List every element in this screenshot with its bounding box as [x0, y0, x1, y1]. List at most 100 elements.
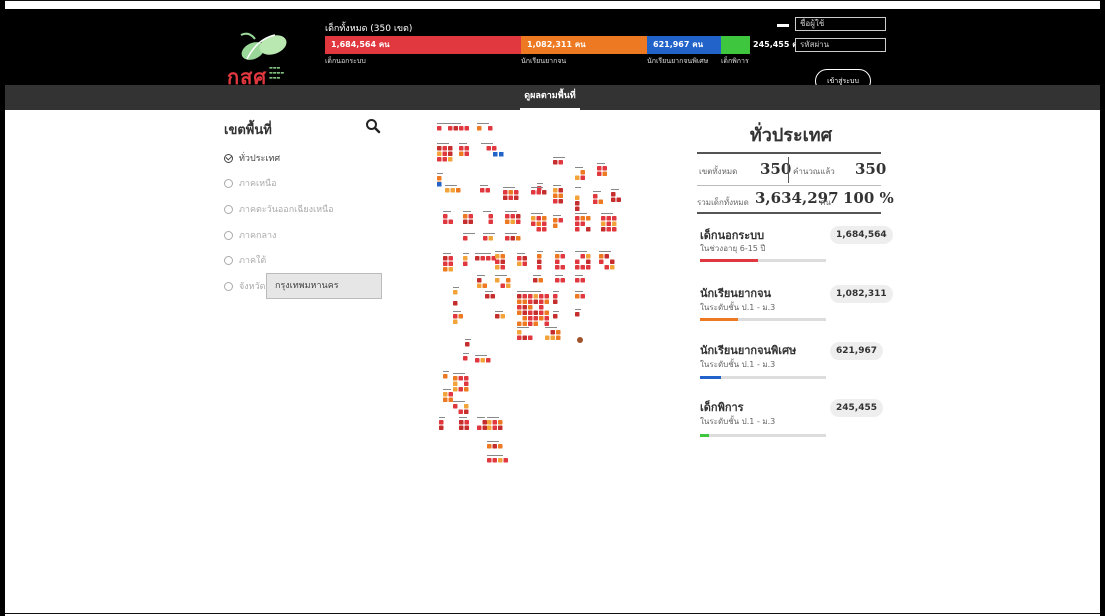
district-tile[interactable]: [611, 197, 616, 203]
district-tile[interactable]: [477, 126, 482, 131]
district-tile[interactable]: [487, 425, 492, 431]
district-tile[interactable]: [575, 265, 580, 270]
district-tile[interactable]: [495, 314, 500, 319]
district-tile[interactable]: [459, 420, 464, 425]
district-tile[interactable]: [606, 221, 612, 227]
district-tile[interactable]: [606, 227, 612, 232]
district-tile[interactable]: [465, 342, 470, 347]
district-tile[interactable]: [556, 330, 561, 335]
district-tile[interactable]: [555, 254, 560, 259]
district-tile[interactable]: [604, 265, 610, 270]
district-tile[interactable]: [539, 310, 544, 316]
district-tile[interactable]: [500, 314, 506, 319]
district-tile[interactable]: [555, 265, 560, 270]
district-tile[interactable]: [514, 195, 519, 201]
district-tile[interactable]: [492, 146, 497, 151]
district-tile[interactable]: [539, 294, 544, 299]
district-tile[interactable]: [482, 425, 488, 431]
district-tile[interactable]: [522, 321, 528, 327]
district-tile[interactable]: [522, 335, 528, 341]
district-tile[interactable]: [522, 316, 528, 321]
district-tile[interactable]: [597, 171, 602, 177]
district-tile[interactable]: [483, 236, 488, 241]
district-tile[interactable]: [550, 330, 556, 335]
district-tile[interactable]: [536, 216, 542, 221]
district-tile[interactable]: [477, 283, 482, 289]
district-tile[interactable]: [437, 146, 442, 151]
district-tile[interactable]: [463, 236, 468, 241]
district-tile[interactable]: [445, 188, 450, 193]
district-tile[interactable]: [539, 305, 544, 310]
district-tile[interactable]: [586, 254, 591, 259]
district-tile[interactable]: [517, 294, 522, 299]
district-tile[interactable]: [453, 126, 459, 131]
district-tile[interactable]: [611, 192, 616, 197]
district-tile[interactable]: [517, 330, 522, 335]
district-tile[interactable]: [612, 221, 617, 227]
district-tile[interactable]: [542, 227, 547, 232]
district-tile[interactable]: [458, 314, 464, 319]
district-tile[interactable]: [468, 219, 474, 225]
district-tile[interactable]: [486, 358, 491, 363]
district-tile[interactable]: [453, 319, 458, 325]
district-tile[interactable]: [453, 314, 458, 319]
district-tile[interactable]: [533, 299, 539, 305]
district-tile[interactable]: [555, 278, 560, 283]
district-tile[interactable]: [453, 381, 458, 387]
district-tile[interactable]: [458, 409, 464, 415]
district-tile[interactable]: [442, 151, 448, 157]
district-tile[interactable]: [586, 265, 591, 270]
district-tile[interactable]: [475, 256, 480, 261]
district-tile[interactable]: [443, 374, 448, 379]
district-tile[interactable]: [510, 219, 516, 225]
district-tile[interactable]: [555, 259, 560, 265]
district-tile[interactable]: [601, 216, 606, 221]
district-tile[interactable]: [580, 278, 586, 283]
district-tile[interactable]: [464, 420, 470, 425]
district-tile[interactable]: [500, 254, 506, 259]
district-tile[interactable]: [528, 299, 533, 305]
district-tile[interactable]: [575, 216, 580, 221]
district-tile[interactable]: [464, 409, 469, 415]
district-tile[interactable]: [544, 310, 550, 316]
district-tile[interactable]: [487, 420, 492, 425]
district-tile[interactable]: [463, 356, 468, 361]
district-tile[interactable]: [531, 190, 536, 195]
district-tile[interactable]: [453, 301, 458, 306]
district-tile[interactable]: [464, 126, 470, 131]
district-tile[interactable]: [533, 294, 539, 299]
username-input[interactable]: ชื่อผู้ใช้: [795, 17, 886, 31]
district-tile[interactable]: [560, 278, 566, 283]
district-tile[interactable]: [522, 256, 528, 261]
district-tile[interactable]: [448, 261, 454, 267]
district-tile[interactable]: [508, 195, 514, 201]
district-tile[interactable]: [448, 126, 453, 131]
district-tile[interactable]: [604, 254, 610, 259]
district-tile[interactable]: [505, 219, 510, 225]
district-tile[interactable]: [448, 219, 454, 225]
district-tile[interactable]: [503, 195, 508, 201]
district-tile[interactable]: [533, 316, 539, 321]
radio-nationwide[interactable]: ทั่วประเทศ: [224, 151, 280, 165]
district-tile[interactable]: [464, 425, 470, 431]
district-tile[interactable]: [488, 219, 494, 225]
district-tile[interactable]: [464, 404, 469, 409]
district-tile[interactable]: [575, 259, 580, 265]
district-tile[interactable]: [437, 126, 442, 131]
district-tile[interactable]: [558, 193, 564, 199]
district-tile[interactable]: [443, 256, 448, 261]
district-tile[interactable]: [448, 267, 454, 272]
district-tile[interactable]: [503, 458, 509, 463]
district-tile[interactable]: [480, 188, 485, 193]
district-tile[interactable]: [500, 265, 506, 270]
district-tile[interactable]: [498, 458, 503, 463]
district-tile[interactable]: [510, 214, 516, 219]
district-tile[interactable]: [531, 216, 536, 221]
district-tile[interactable]: [485, 188, 491, 193]
district-tile[interactable]: [606, 216, 612, 221]
district-tile[interactable]: [539, 299, 544, 305]
menu-toggle-icon[interactable]: [777, 24, 789, 27]
district-tile[interactable]: [503, 190, 508, 195]
district-tile[interactable]: [528, 321, 533, 327]
district-tile[interactable]: [553, 188, 558, 193]
